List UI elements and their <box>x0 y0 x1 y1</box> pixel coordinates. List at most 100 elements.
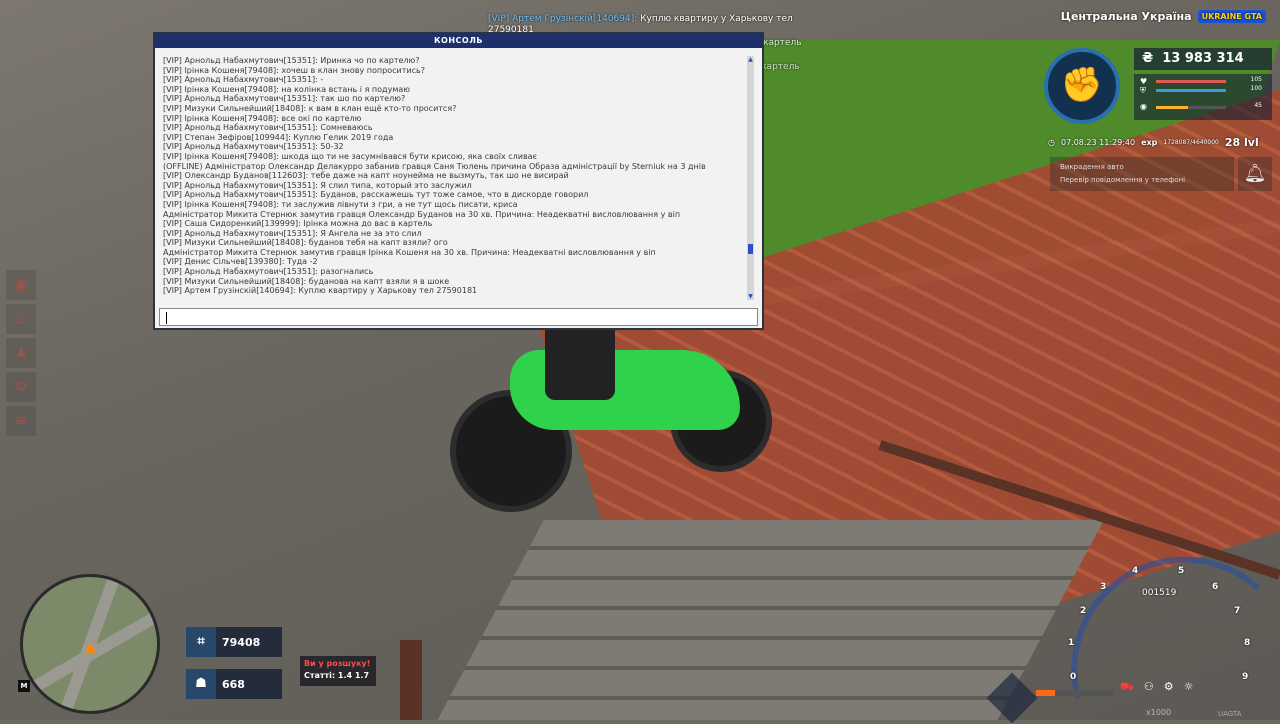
console-line: [VIP] Артем Грузінскій[140694]: Куплю кв… <box>163 286 478 296</box>
console-title: КОНСОЛЬ <box>155 34 762 48</box>
hunger-value: 45 <box>1254 102 1262 109</box>
scroll-thumb[interactable] <box>748 244 753 254</box>
scroll-down-icon[interactable]: ▼ <box>747 293 754 300</box>
watermark: UAGTA <box>1218 710 1242 718</box>
status-bars: ♥ 105 ⛨ 100 ◉ 45 <box>1134 74 1272 120</box>
console-line: [VIP] Арнольд Набахмутович[15351]: Я Анг… <box>163 228 422 238</box>
exp-value: 1728087/4640000 <box>1163 138 1219 146</box>
console-line: [VIP] Мизуки Сильнейший[18408]: буданова… <box>163 276 450 286</box>
region-indicator: Центральна Україна UKRAINE GTA <box>1061 10 1266 23</box>
console-line: [VIP] Арнольд Набахмутович[15351]: - <box>163 75 324 85</box>
house-icon[interactable]: ⌂ <box>6 304 36 334</box>
player-hud: ✊ ₴ 13 983 314 ♥ 105 ⛨ 100 ◉ 45 <box>1044 48 1272 128</box>
console-line: [VIP] Ірінка Кошеня[79408]: на колінка в… <box>163 84 410 94</box>
console-line: Адміністратор Микита Стернюк замутив гра… <box>163 209 681 219</box>
speed-tick: 1 <box>1068 638 1075 648</box>
bell-icon[interactable]: 🔔︎ <box>1238 157 1272 191</box>
console-line: [VIP] Олександр Буданов[112603]: тебе да… <box>163 171 569 181</box>
people-icon: ☗ <box>186 669 216 699</box>
railing-post <box>400 640 422 720</box>
console-line: [VIP] Арнольд Набахмутович[15351]: Сомне… <box>163 123 373 133</box>
server-logo: UKRAINE GTA <box>1197 10 1266 23</box>
speed-multiplier: x1000 <box>1146 708 1172 717</box>
console-log[interactable]: [VIP] Арнольд Набахмутович[15351]: Иринк… <box>163 56 743 318</box>
id-value: 79408 <box>222 635 261 649</box>
vehicle-status-icons: ⛟ ⚇ ⚙ ☼ <box>1120 680 1193 695</box>
online-value: 668 <box>222 677 245 691</box>
online-display: ☗ 668 <box>186 669 282 699</box>
menu-icon[interactable]: ≡ <box>6 406 36 436</box>
armor-icon: ⛨ <box>1140 86 1146 95</box>
console-line: [VIP] Степан Зефіров[109944]: Куплю Гели… <box>163 132 394 142</box>
headlight-icon: ☼ <box>1183 680 1194 693</box>
console-scrollbar[interactable]: ▲ ▼ <box>747 56 754 300</box>
console-line: [VIP] Мизуки Сильнейший[18408]: к вам в … <box>163 103 457 113</box>
datetime: 07.08.23 11:29:40 <box>1060 137 1136 147</box>
heart-icon: ♥ <box>1140 77 1148 86</box>
console-line: [VIP] Арнольд Набахмутович[15351]: 50-32 <box>163 142 344 152</box>
speed-tick: 7 <box>1234 606 1241 616</box>
money-display: ₴ 13 983 314 <box>1134 48 1272 70</box>
hryvnia-icon: ₴ <box>1142 51 1154 66</box>
notification[interactable]: Викрадення авто Перевір повідомлення у т… <box>1050 157 1234 191</box>
scroll-up-icon[interactable]: ▲ <box>747 56 754 63</box>
speed-tick: 3 <box>1100 582 1107 592</box>
console-line: [VIP] Ірінка Кошеня[79408]: хочеш в клан… <box>163 65 425 75</box>
car-lock-icon: ⛟ <box>1120 680 1134 693</box>
exp-label: exp <box>1141 137 1158 147</box>
notification-text: Перевір повідомлення у телефоні <box>1060 176 1186 184</box>
gear-icon[interactable]: ⚙ <box>6 372 36 402</box>
speed-tick: 8 <box>1244 638 1251 648</box>
engine-icon: ⚙ <box>1163 680 1174 693</box>
hunger-bar <box>1156 106 1226 109</box>
wanted-title: Ви у розшуку! <box>304 659 371 668</box>
minimap-key: M <box>18 680 30 692</box>
id-display: ⌗ 79408 <box>186 627 282 657</box>
text-caret <box>166 312 167 324</box>
console-line: [VIP] Арнольд Набахмутович[15351]: Будан… <box>163 190 589 200</box>
console-line: [VIP] Арнольд Набахмутович[15351]: так ш… <box>163 94 406 104</box>
level-value: 28 lvl <box>1224 135 1259 149</box>
console-line: [VIP] Ірінка Кошеня[79408]: все окі по к… <box>163 113 362 123</box>
time-exp-bar: ◷ 07.08.23 11:29:40 exp 1728087/4640000 … <box>1048 134 1272 150</box>
speed-tick: 6 <box>1212 582 1219 592</box>
console-window: КОНСОЛЬ [VIP] Арнольд Набахмутович[15351… <box>153 32 764 330</box>
car-icon[interactable]: ▣ <box>6 270 36 300</box>
side-icon-bar: ▣ ⌂ ♟ ⚙ ≡ <box>6 270 38 440</box>
health-bar <box>1156 80 1226 83</box>
clock-icon: ◷ <box>1048 137 1055 147</box>
player-marker-icon: ▲ <box>85 639 96 655</box>
motorcycle <box>450 330 800 512</box>
health-value: 105 <box>1250 76 1262 83</box>
speed-tick: 0 <box>1070 672 1077 682</box>
speed-tick: 5 <box>1178 566 1185 576</box>
console-line: (OFFLINE) Адміністратор Олександр Делаку… <box>163 161 706 171</box>
console-line: [VIP] Ірінка Кошеня[79408]: ти заслужив … <box>163 199 518 209</box>
money-value: 13 983 314 <box>1162 51 1244 66</box>
console-line: [VIP] Арнольд Набахмутович[15351]: Иринк… <box>163 56 420 65</box>
speed-tick: 9 <box>1242 672 1249 682</box>
fuel-bar <box>1036 690 1114 696</box>
console-line: [VIP] Ірінка Кошеня[79408]: шкода що ти … <box>163 151 537 161</box>
minimap[interactable]: ▲ <box>20 574 160 714</box>
id-scan-icon: ⌗ <box>186 627 216 657</box>
food-icon: ◉ <box>1140 102 1147 111</box>
console-line: Адміністратор Микита Стернюк замутив гра… <box>163 247 656 257</box>
wanted-status: Ви у розшуку! Статті: 1.4 1.7 <box>300 656 376 686</box>
console-input[interactable] <box>159 308 758 326</box>
speed-tick: 2 <box>1080 606 1087 616</box>
chat-line: [VIP] Артем Грузінскій[140694]: Куплю кв… <box>488 14 793 24</box>
belt-icon: ⚇ <box>1143 680 1154 693</box>
console-line: [VIP] Арнольд Набахмутович[15351]: разог… <box>163 267 374 277</box>
armor-bar <box>1156 89 1226 92</box>
person-icon[interactable]: ♟ <box>6 338 36 368</box>
notification-title: Викрадення авто <box>1060 163 1124 171</box>
console-line: [VIP] Мизуки Сильнейший[18408]: буданов … <box>163 238 448 248</box>
region-name: Центральна Україна <box>1060 10 1192 23</box>
console-line: [VIP] Саша Сидоренкий[139999]: Ірінка мо… <box>163 219 433 229</box>
wanted-articles: Статті: 1.4 1.7 <box>304 671 370 680</box>
odometer: 001519 <box>1142 588 1177 598</box>
console-line: [VIP] Арнольд Набахмутович[15351]: Я сли… <box>163 180 472 190</box>
speed-tick: 4 <box>1132 566 1139 576</box>
fist-icon[interactable]: ✊ <box>1044 48 1120 124</box>
